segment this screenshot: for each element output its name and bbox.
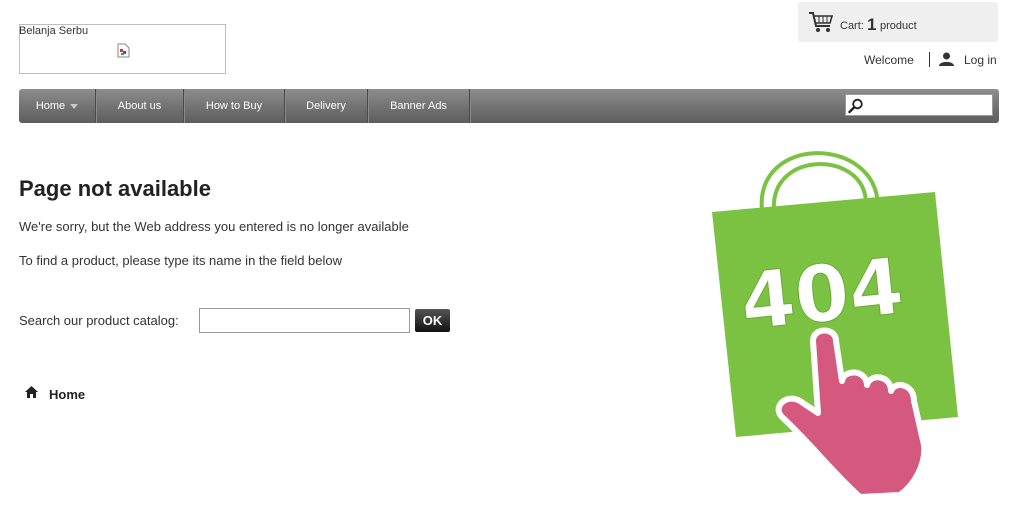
nav-item-home[interactable]: Home xyxy=(19,89,96,123)
catalog-search-input[interactable] xyxy=(199,308,410,333)
nav-item-about-us[interactable]: About us xyxy=(96,89,184,123)
logo-alt-text: Belanja Serbu xyxy=(19,25,89,37)
home-icon xyxy=(25,386,38,398)
cart-unit: product xyxy=(880,20,917,32)
nav-item-delivery[interactable]: Delivery xyxy=(285,89,368,123)
logo[interactable]: Belanja Serbu xyxy=(19,24,226,74)
nav-item-banner-ads[interactable]: Banner Ads xyxy=(368,89,470,123)
broken-image-icon xyxy=(117,43,130,58)
header-search-input[interactable] xyxy=(845,94,993,116)
nav-item-label: Home xyxy=(35,100,66,112)
nav-item-label: Banner Ads xyxy=(390,100,447,112)
search-instruction: To find a product, please type its name … xyxy=(19,253,343,268)
header-divider xyxy=(929,52,930,67)
cart-summary[interactable]: Cart: 1 product xyxy=(798,2,998,42)
chevron-down-icon xyxy=(70,103,79,109)
user-icon xyxy=(939,52,954,66)
nav-item-how-to-buy[interactable]: How to Buy xyxy=(184,89,285,123)
cart-quantity: 1 xyxy=(867,15,877,34)
login-link[interactable]: Log in xyxy=(964,53,997,67)
nav-item-label: Delivery xyxy=(306,100,346,112)
nav-item-label: How to Buy xyxy=(205,100,263,112)
error-message: We're sorry, but the Web address you ent… xyxy=(19,219,409,234)
home-link[interactable]: Home xyxy=(49,387,85,402)
welcome-text: Welcome xyxy=(864,53,914,67)
404-illustration: 404 xyxy=(712,151,958,500)
page-title: Page not available xyxy=(19,176,211,201)
catalog-search-label: Search our product catalog: xyxy=(19,313,179,328)
nav-item-label: About us xyxy=(117,100,162,112)
main-navigation: Home About us How to Buy Delivery Banner… xyxy=(19,89,999,123)
magnifier-icon[interactable] xyxy=(848,98,864,114)
search-ok-button[interactable]: OK xyxy=(415,309,450,332)
cart-label: Cart: xyxy=(840,20,864,32)
shopping-cart-icon xyxy=(809,12,834,32)
